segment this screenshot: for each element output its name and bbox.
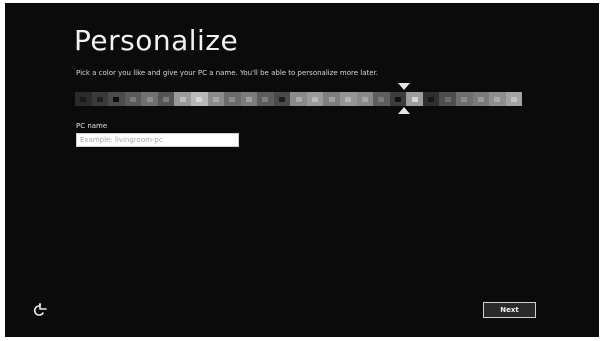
color-swatch-selected[interactable] — [389, 92, 407, 106]
color-swatch[interactable] — [455, 92, 473, 106]
color-swatch-accent — [245, 96, 252, 102]
color-swatch[interactable] — [257, 92, 274, 106]
color-swatch-accent — [361, 96, 368, 102]
color-swatch-accent — [113, 96, 120, 102]
color-swatch-accent — [477, 96, 484, 102]
color-swatch-accent — [494, 96, 501, 102]
color-swatch-accent — [328, 96, 335, 102]
color-swatch-accent — [196, 96, 203, 102]
color-picker[interactable] — [75, 92, 523, 106]
color-swatch[interactable] — [323, 92, 340, 106]
color-swatch[interactable] — [356, 92, 374, 106]
color-swatch[interactable] — [406, 92, 423, 106]
color-swatch[interactable] — [141, 92, 158, 106]
color-swatch[interactable] — [75, 92, 92, 106]
color-swatch-accent — [80, 96, 87, 102]
ease-of-access-icon[interactable] — [33, 302, 49, 316]
selected-color-top-marker — [398, 83, 410, 90]
color-swatch-accent — [428, 96, 435, 102]
color-swatch[interactable] — [439, 92, 456, 106]
color-swatch-accent — [295, 96, 302, 102]
color-swatch-accent — [262, 96, 269, 102]
color-swatch-accent — [212, 96, 219, 102]
color-swatch[interactable] — [174, 92, 191, 106]
color-swatch[interactable] — [505, 92, 523, 106]
color-swatch[interactable] — [91, 92, 109, 106]
color-swatch-accent — [444, 96, 451, 102]
color-swatch-accent — [411, 96, 418, 102]
next-button[interactable]: Next — [483, 302, 536, 318]
color-swatch[interactable] — [489, 92, 506, 106]
color-swatch-accent — [378, 96, 385, 102]
color-swatch[interactable] — [273, 92, 291, 106]
color-swatch-accent — [394, 96, 401, 102]
pc-name-label: PC name — [76, 122, 108, 130]
color-swatch[interactable] — [157, 92, 175, 106]
color-swatch[interactable] — [207, 92, 225, 106]
color-swatch[interactable] — [290, 92, 307, 106]
color-swatch-accent — [129, 96, 136, 102]
setup-screen: Personalize Pick a color you like and gi… — [5, 3, 599, 337]
color-swatch[interactable] — [124, 92, 142, 106]
color-swatch-accent — [312, 96, 319, 102]
color-swatch[interactable] — [240, 92, 258, 106]
color-swatch[interactable] — [472, 92, 490, 106]
page-title: Personalize — [74, 24, 239, 57]
color-swatch-accent — [229, 96, 236, 102]
pc-name-input[interactable] — [76, 133, 239, 147]
selected-color-bottom-marker — [398, 107, 410, 114]
color-swatch[interactable] — [190, 92, 208, 106]
color-swatch[interactable] — [373, 92, 390, 106]
color-swatch[interactable] — [306, 92, 324, 106]
color-swatch-accent — [163, 96, 170, 102]
color-swatch-accent — [510, 96, 517, 102]
color-swatch[interactable] — [422, 92, 440, 106]
page-subtitle: Pick a color you like and give your PC a… — [76, 69, 379, 77]
color-swatch[interactable] — [340, 92, 357, 106]
color-swatch-accent — [146, 96, 153, 102]
color-swatch-accent — [179, 96, 186, 102]
color-swatch-accent — [345, 96, 352, 102]
color-swatch-accent — [96, 96, 103, 102]
color-swatch[interactable] — [224, 92, 241, 106]
color-swatch-accent — [461, 96, 468, 102]
color-swatch[interactable] — [108, 92, 125, 106]
color-swatch-accent — [279, 96, 286, 102]
